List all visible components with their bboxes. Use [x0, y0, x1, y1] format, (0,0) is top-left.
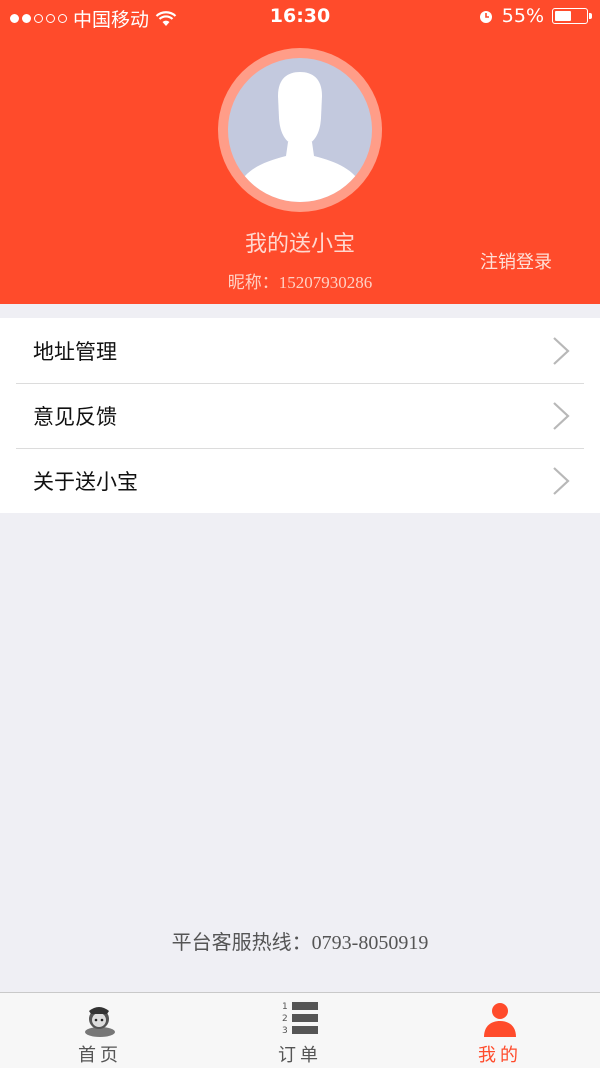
svg-text:3: 3: [282, 1026, 288, 1036]
settings-menu: 地址管理 意见反馈 关于送小宝: [0, 318, 600, 513]
avatar-ring[interactable]: [218, 48, 382, 212]
battery-percentage: 55%: [501, 5, 544, 27]
battery-level-fill: [555, 11, 571, 21]
order-list-icon: 1 2 3: [282, 1002, 318, 1036]
menu-item-label: 关于送小宝: [33, 469, 138, 494]
profile-header: 中国移动 16:30 55% 我的送小宝 昵称：15207930286 注销登录: [0, 0, 600, 304]
tab-bar: 首页 1 2 3 订单 我的: [0, 992, 600, 1068]
logout-button[interactable]: 注销登录: [480, 248, 552, 274]
avatar[interactable]: [228, 58, 372, 202]
menu-item-label: 意见反馈: [33, 404, 117, 429]
alarm-icon: [479, 11, 492, 23]
tab-orders[interactable]: 1 2 3 订单: [200, 993, 400, 1068]
menu-item-feedback[interactable]: 意见反馈: [0, 383, 600, 448]
menu-item-address-management[interactable]: 地址管理: [0, 318, 600, 383]
tab-home[interactable]: 首页: [0, 993, 200, 1068]
nickname-label: 昵称：: [227, 273, 279, 293]
home-character-icon: [85, 1007, 115, 1037]
svg-text:2: 2: [282, 1014, 288, 1024]
chevron-right-icon: [553, 467, 570, 495]
tab-label: 订单: [278, 1045, 322, 1066]
status-bar: 中国移动 16:30 55%: [0, 0, 600, 34]
chevron-right-icon: [553, 337, 570, 365]
tab-label: 我的: [478, 1045, 522, 1066]
nickname-value: 15207930286: [278, 273, 373, 292]
hotline-number[interactable]: 0793-8050919: [312, 932, 429, 954]
person-icon: [484, 1003, 516, 1037]
chevron-right-icon: [553, 402, 570, 430]
menu-item-about[interactable]: 关于送小宝: [0, 448, 600, 513]
hotline-label: 平台客服热线：: [171, 930, 312, 954]
service-hotline: 平台客服热线：0793-8050919: [0, 926, 600, 955]
status-right: 55%: [478, 5, 592, 27]
tab-label: 首页: [78, 1045, 122, 1066]
svg-text:1: 1: [282, 1002, 288, 1012]
default-person-icon: [238, 72, 362, 202]
menu-item-label: 地址管理: [33, 339, 117, 364]
battery-icon: [552, 8, 592, 24]
tab-mine[interactable]: 我的: [400, 993, 600, 1068]
